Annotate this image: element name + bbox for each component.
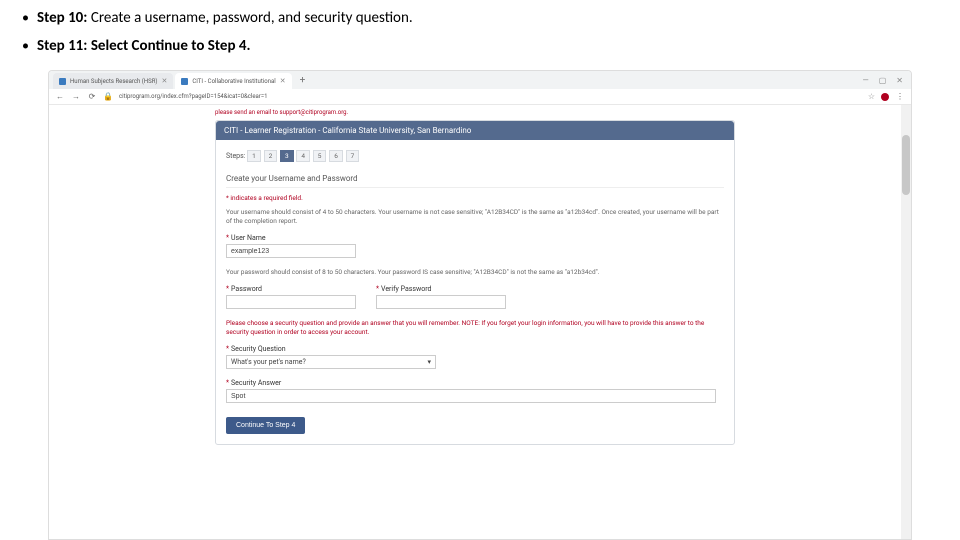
- step-7[interactable]: 7: [346, 150, 360, 162]
- top-alert-text: please send an email to support@citiprog…: [215, 105, 735, 120]
- profile-avatar[interactable]: [881, 93, 889, 101]
- tab-strip: Human Subjects Research (HSR) ✕ CITI - C…: [49, 71, 911, 89]
- security-answer-field: *Security Answer: [226, 379, 724, 403]
- new-tab-button[interactable]: +: [294, 75, 312, 86]
- tab-2-title: CITI - Collaborative Institutional: [192, 78, 275, 85]
- back-icon[interactable]: ←: [55, 92, 65, 102]
- security-question-value: What's your pet's name?: [231, 358, 306, 366]
- verify-password-label: *Verify Password: [376, 285, 506, 293]
- favicon-icon: [59, 78, 66, 85]
- lock-icon: 🔒: [103, 92, 113, 102]
- instruction-step-10: • Step 10: Create a username, password, …: [20, 6, 940, 30]
- verify-password-input[interactable]: [376, 295, 506, 309]
- url-field[interactable]: citiprogram.org/index.cfm?pageID=154&ica…: [119, 93, 862, 100]
- browser-window: Human Subjects Research (HSR) ✕ CITI - C…: [48, 70, 912, 540]
- reload-icon[interactable]: ⟳: [87, 92, 97, 102]
- security-question-label: *Security Question: [226, 345, 724, 353]
- browser-tab-1[interactable]: Human Subjects Research (HSR) ✕: [53, 73, 173, 89]
- continue-button[interactable]: Continue To Step 4: [226, 417, 305, 434]
- favicon-icon: [181, 78, 188, 85]
- window-controls: — ▢ ✕: [862, 76, 911, 85]
- browser-tab-2[interactable]: CITI - Collaborative Institutional ✕: [175, 73, 291, 89]
- step-4[interactable]: 4: [296, 150, 310, 162]
- security-answer-input[interactable]: [226, 389, 716, 403]
- minimize-icon[interactable]: —: [862, 76, 868, 85]
- username-field: *User Name: [226, 234, 724, 258]
- password-field: *Password: [226, 285, 356, 309]
- address-bar: ← → ⟳ 🔒 citiprogram.org/index.cfm?pageID…: [49, 89, 911, 105]
- menu-icon[interactable]: ⋮: [895, 92, 905, 102]
- section-title: Create your Username and Password: [226, 170, 724, 188]
- step-5[interactable]: 5: [313, 150, 327, 162]
- required-note: * indicates a required field.: [226, 194, 724, 202]
- close-tab-icon[interactable]: ✕: [280, 77, 286, 85]
- scrollbar-thumb[interactable]: [902, 135, 910, 195]
- close-tab-icon[interactable]: ✕: [161, 77, 167, 85]
- username-input[interactable]: [226, 244, 356, 258]
- security-answer-label: *Security Answer: [226, 379, 724, 387]
- bookmark-icon[interactable]: ☆: [868, 92, 875, 101]
- vertical-scrollbar[interactable]: [901, 105, 911, 539]
- step-1[interactable]: 1: [247, 150, 261, 162]
- instruction-list: • Step 10: Create a username, password, …: [0, 0, 960, 66]
- registration-panel: CITI - Learner Registration - California…: [215, 120, 735, 445]
- page-content: please send an email to support@citiprog…: [49, 105, 901, 539]
- step-6[interactable]: 6: [329, 150, 343, 162]
- password-label: *Password: [226, 285, 356, 293]
- close-window-icon[interactable]: ✕: [896, 76, 903, 85]
- security-help: Please choose a security question and pr…: [226, 319, 724, 337]
- chevron-down-icon: ▾: [427, 358, 431, 366]
- step-11-label: Step 11: Select Continue to Step 4.: [37, 34, 251, 58]
- panel-header: CITI - Learner Registration - California…: [216, 121, 734, 140]
- bullet-icon: •: [22, 35, 29, 57]
- bullet-icon: •: [22, 7, 29, 29]
- step-2[interactable]: 2: [264, 150, 278, 162]
- security-question-select[interactable]: What's your pet's name? ▾: [226, 355, 436, 369]
- maximize-icon[interactable]: ▢: [879, 76, 887, 85]
- username-label: *User Name: [226, 234, 724, 242]
- instruction-step-11: • Step 11: Select Continue to Step 4.: [20, 34, 940, 58]
- verify-password-field: *Verify Password: [376, 285, 506, 309]
- step-10-label: Step 10:: [37, 9, 87, 27]
- forward-icon[interactable]: →: [71, 92, 81, 102]
- security-question-field: *Security Question What's your pet's nam…: [226, 345, 724, 369]
- steps-row: Steps: 1 2 3 4 5 6 7: [226, 146, 724, 170]
- steps-label: Steps:: [226, 152, 245, 160]
- password-help: Your password should consist of 8 to 50 …: [226, 268, 724, 277]
- password-input[interactable]: [226, 295, 356, 309]
- tab-1-title: Human Subjects Research (HSR): [70, 78, 157, 85]
- page-viewport: please send an email to support@citiprog…: [49, 105, 911, 539]
- step-3[interactable]: 3: [280, 150, 294, 162]
- username-help: Your username should consist of 4 to 50 …: [226, 208, 724, 226]
- step-10-text: Create a username, password, and securit…: [87, 9, 412, 27]
